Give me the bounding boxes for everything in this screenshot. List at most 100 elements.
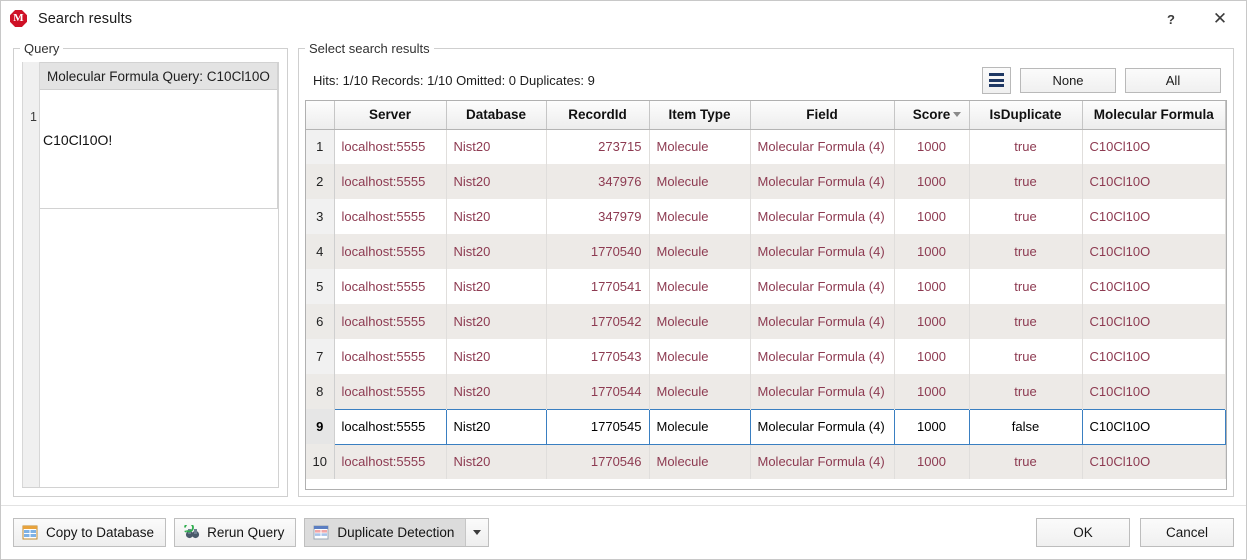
column-header-label: Server xyxy=(368,107,412,123)
cell-score: 1000 xyxy=(894,339,970,374)
results-stats: Hits: 1/10 Records: 1/10 Omitted: 0 Dupl… xyxy=(313,72,595,88)
cell-itemtype: Molecule xyxy=(649,374,751,409)
results-toolbar-actions: None All xyxy=(982,66,1221,94)
footer-actions-left: Copy to Database Rerun Query Duplicate D… xyxy=(13,518,490,547)
cell-server: localhost:5555 xyxy=(334,339,447,374)
query-group: Query 1 Molecular Formula Query: C10Cl10… xyxy=(13,41,288,497)
query-card[interactable]: Molecular Formula Query: C10Cl10O C10Cl1… xyxy=(40,62,278,209)
cell-formula: C10Cl10O xyxy=(1082,269,1226,304)
cell-server: localhost:5555 xyxy=(334,444,447,479)
query-expression-text: C10Cl10O! xyxy=(43,132,113,148)
duplicate-detection-split-button: Duplicate Detection xyxy=(304,518,490,547)
cell-isdup: true xyxy=(969,374,1083,409)
table-row[interactable]: 1 localhost:5555 Nist20 273715 Molecule Molec… xyxy=(306,129,1226,164)
footer-actions-right: OK Cancel xyxy=(1036,518,1234,547)
cell-database: Nist20 xyxy=(446,234,547,269)
table-row[interactable]: 8 localhost:5555 Nist20 1770544 Molecule Mole… xyxy=(306,374,1226,409)
duplicate-detection-label: Duplicate Detection xyxy=(337,525,455,540)
table-row[interactable]: 5 localhost:5555 Nist20 1770541 Molecule Mole… xyxy=(306,269,1226,304)
cell-database: Nist20 xyxy=(446,129,547,164)
cell-recordid: 347976 xyxy=(546,164,650,199)
ok-button[interactable]: OK xyxy=(1036,518,1130,547)
cell-isdup: true xyxy=(969,444,1083,479)
window-controls: ? ✕ xyxy=(1148,1,1246,37)
cell-database: Nist20 xyxy=(446,339,547,374)
chevron-down-icon xyxy=(473,530,482,535)
rerun-query-button[interactable]: Rerun Query xyxy=(174,518,297,547)
cell-formula: C10Cl10O xyxy=(1082,444,1226,479)
query-empty-area[interactable] xyxy=(40,209,278,487)
cell-recordid: 1770540 xyxy=(546,234,650,269)
list-menu-icon[interactable] xyxy=(982,66,1011,94)
duplicate-detection-dropdown-button[interactable] xyxy=(465,519,489,546)
dialog-footer: Copy to Database Rerun Query Duplicate D… xyxy=(1,505,1246,559)
cell-score: 1000 xyxy=(894,129,970,164)
cell-score: 1000 xyxy=(894,444,970,479)
cell-formula: C10Cl10O xyxy=(1082,374,1226,409)
table-row[interactable]: 7 localhost:5555 Nist20 1770543 Molecule Mole… xyxy=(306,339,1226,374)
column-header-recordid[interactable]: RecordId xyxy=(546,101,650,130)
cell-server: localhost:5555 xyxy=(334,164,447,199)
select-all-button[interactable]: All xyxy=(1125,67,1221,93)
cell-field: Molecular Formula (4) xyxy=(750,129,895,164)
row-number: 2 xyxy=(306,164,335,199)
results-group: Select search results Hits: 1/10 Records… xyxy=(298,41,1234,497)
select-none-button[interactable]: None xyxy=(1020,67,1116,93)
results-table-container[interactable]: Server Database RecordId Item Type Field Scor… xyxy=(305,100,1227,490)
cell-database: Nist20 xyxy=(446,304,547,339)
column-header-isdup[interactable]: IsDuplicate xyxy=(969,101,1083,130)
title-bar: M Search results ? ✕ xyxy=(1,1,1246,37)
cell-itemtype: Molecule xyxy=(649,199,751,234)
column-header-database[interactable]: Database xyxy=(446,101,547,130)
column-header-label: Database xyxy=(465,107,527,123)
results-table-body: 1 localhost:5555 Nist20 273715 Molecule Molec… xyxy=(306,129,1226,479)
table-row[interactable]: 3 localhost:5555 Nist20 347979 Molecule Molec… xyxy=(306,199,1226,234)
cell-formula: C10Cl10O xyxy=(1082,339,1226,374)
cell-field: Molecular Formula (4) xyxy=(750,234,895,269)
table-row[interactable]: 4 localhost:5555 Nist20 1770540 Molecule Mole… xyxy=(306,234,1226,269)
column-header-label: RecordId xyxy=(568,107,627,123)
table-row[interactable]: 10 localhost:5555 Nist20 1770546 Molecule Mol… xyxy=(306,444,1226,479)
results-toolbar: Hits: 1/10 Records: 1/10 Omitted: 0 Dupl… xyxy=(305,60,1227,100)
cell-itemtype: Molecule xyxy=(649,269,751,304)
cell-isdup: true xyxy=(969,164,1083,199)
cell-formula: C10Cl10O xyxy=(1082,304,1226,339)
cell-itemtype: Molecule xyxy=(649,234,751,269)
cell-recordid: 1770544 xyxy=(546,374,650,409)
cell-itemtype: Molecule xyxy=(649,164,751,199)
copy-to-database-button[interactable]: Copy to Database xyxy=(13,518,167,547)
cell-database: Nist20 xyxy=(446,374,547,409)
cell-field: Molecular Formula (4) xyxy=(750,374,895,409)
query-line-gutter: 1 xyxy=(22,62,40,487)
cancel-button[interactable]: Cancel xyxy=(1140,518,1234,547)
cell-recordid: 1770545 xyxy=(545,408,650,445)
table-row[interactable]: 2 localhost:5555 Nist20 347976 Molecule Molec… xyxy=(306,164,1226,199)
table-row[interactable]: 6 localhost:5555 Nist20 1770542 Molecule Mole… xyxy=(306,304,1226,339)
row-number: 9 xyxy=(306,409,335,444)
cell-formula: C10Cl10O xyxy=(1082,129,1226,164)
cell-score: 1000 xyxy=(894,199,970,234)
query-editor[interactable]: 1 Molecular Formula Query: C10Cl10O C10C… xyxy=(22,62,279,488)
cell-score: 1000 xyxy=(894,164,970,199)
row-number: 6 xyxy=(306,304,335,339)
column-header-formula[interactable]: Molecular Formula xyxy=(1082,101,1226,130)
help-button[interactable]: ? xyxy=(1148,1,1194,37)
cell-isdup: true xyxy=(969,199,1083,234)
close-icon[interactable]: ✕ xyxy=(1194,1,1246,37)
cell-itemtype: Molecule xyxy=(649,339,751,374)
duplicate-detection-button[interactable]: Duplicate Detection xyxy=(305,519,466,546)
cell-recordid: 1770541 xyxy=(546,269,650,304)
query-line-number: 1 xyxy=(30,110,37,124)
cell-recordid: 273715 xyxy=(546,129,650,164)
cell-isdup: false xyxy=(968,408,1083,445)
sort-descending-icon xyxy=(952,111,961,117)
column-header-score[interactable]: Score xyxy=(894,101,970,130)
column-header-label: IsDuplicate xyxy=(989,107,1062,123)
column-header-itemtype[interactable]: Item Type xyxy=(649,101,751,130)
column-header-server[interactable]: Server xyxy=(334,101,447,130)
row-number: 5 xyxy=(306,269,335,304)
column-header-field[interactable]: Field xyxy=(750,101,895,130)
query-card-body: C10Cl10O! xyxy=(40,90,277,208)
table-row[interactable]: 9 localhost:5555 Nist20 1770545 Molecule Mole… xyxy=(306,408,1226,445)
cell-recordid: 1770542 xyxy=(546,304,650,339)
